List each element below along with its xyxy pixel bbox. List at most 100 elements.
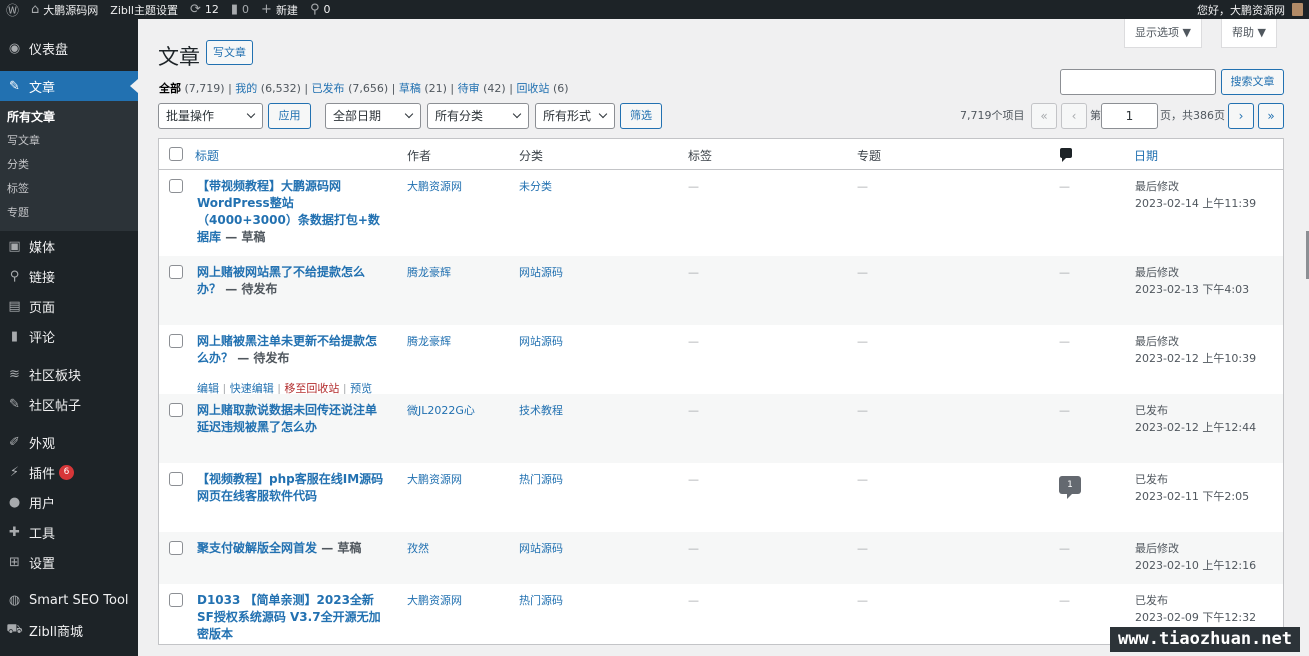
category-link[interactable]: 热门源码 bbox=[519, 471, 563, 488]
author-link[interactable]: 大鹏资源网 bbox=[407, 471, 462, 488]
post-title-link[interactable]: 网上赌取款说数据未回传还说注单延迟违规被黑了怎么办 bbox=[197, 403, 377, 434]
menu-pages[interactable]: ▤ 页面 bbox=[0, 291, 138, 321]
menu-settings[interactable]: ⊞ 设置 bbox=[0, 547, 138, 577]
topic-cell: — bbox=[857, 404, 868, 417]
category-filter-select[interactable]: 所有分类 bbox=[427, 103, 529, 129]
last-page-button[interactable]: » bbox=[1258, 103, 1284, 129]
screen-options-button[interactable]: 显示选项 ▼ bbox=[1124, 19, 1202, 48]
author-link[interactable]: 腾龙豪辉 bbox=[407, 264, 451, 281]
author-link[interactable]: 大鹏资源网 bbox=[407, 178, 462, 195]
dashboard-icon: ◉ bbox=[8, 40, 21, 56]
view-count: (21) bbox=[424, 82, 447, 95]
row-checkbox[interactable] bbox=[169, 472, 183, 486]
view-drafts[interactable]: 草稿 bbox=[399, 82, 421, 95]
wrench-icon: ✚ bbox=[9, 524, 20, 540]
category-link[interactable]: 网站源码 bbox=[519, 264, 563, 281]
search-posts-button[interactable]: 搜索文章 bbox=[1221, 69, 1284, 95]
comments-column-icon[interactable] bbox=[1060, 148, 1072, 162]
view-mine[interactable]: 我的 bbox=[235, 82, 257, 95]
add-new-post-button[interactable]: 写文章 bbox=[206, 40, 253, 65]
apply-button[interactable]: 应用 bbox=[268, 103, 311, 129]
view-trash[interactable]: 回收站 bbox=[516, 82, 549, 95]
theme-settings-link[interactable]: Zibll主题设置 bbox=[104, 0, 184, 19]
post-title-link[interactable]: 【视频教程】php客服在线IM源码网页在线客服软件代码 bbox=[197, 472, 383, 503]
menu-appearance[interactable]: ✐ 外观 bbox=[0, 427, 138, 457]
category-link[interactable]: 网站源码 bbox=[519, 540, 563, 557]
view-count: (6,532) bbox=[260, 82, 301, 95]
view-pending[interactable]: 待审 bbox=[458, 82, 480, 95]
page-label: 第 bbox=[1090, 109, 1101, 122]
author-link[interactable]: 孜然 bbox=[407, 540, 429, 557]
row-checkbox[interactable] bbox=[169, 334, 183, 348]
category-link[interactable]: 未分类 bbox=[519, 178, 552, 195]
menu-users[interactable]: ● 用户 bbox=[0, 487, 138, 517]
author-link[interactable]: 大鹏资源网 bbox=[407, 592, 462, 609]
column-date[interactable]: 日期 bbox=[1134, 147, 1158, 164]
submenu-add-post[interactable]: 写文章 bbox=[0, 129, 138, 153]
comment-count-bubble[interactable]: 1 bbox=[1059, 476, 1081, 499]
view-all[interactable]: 全部 bbox=[159, 82, 181, 95]
category-link[interactable]: 技术教程 bbox=[519, 402, 563, 419]
post-status-views: 全部 (7,719) | 我的 (6,532) | 已发布 (7,656) | … bbox=[159, 82, 569, 95]
table-row: 网上赌取款说数据未回传还说注单延迟违规被黑了怎么办 微JL2022G心 技术教程… bbox=[159, 394, 1283, 463]
menu-smart-seo[interactable]: ◍ Smart SEO Tool bbox=[0, 585, 138, 615]
author-link[interactable]: 腾龙豪辉 bbox=[407, 333, 451, 350]
wordpress-logo[interactable]: Ⓦ bbox=[0, 0, 25, 19]
menu-media[interactable]: ▣ 媒体 bbox=[0, 231, 138, 261]
post-title-link[interactable]: D1033 【简单亲测】2023全新SF授权系统源码 V3.7全开源无加密版本 bbox=[197, 593, 381, 641]
view-published[interactable]: 已发布 bbox=[312, 82, 345, 95]
date-value: 2023-02-09 下午12:32 bbox=[1135, 611, 1257, 624]
bulk-actions-select[interactable]: 批量操作 bbox=[158, 103, 263, 129]
menu-tools[interactable]: ✚ 工具 bbox=[0, 517, 138, 547]
date-status: 已发布 bbox=[1135, 594, 1168, 607]
post-title-cell: 网上赌被网站黑了不给提款怎么办？ — 待发布 bbox=[197, 264, 387, 298]
menu-forum-sections[interactable]: ≋ 社区板块 bbox=[0, 359, 138, 389]
help-button[interactable]: 帮助 ▼ bbox=[1221, 19, 1277, 48]
avatar bbox=[1292, 3, 1303, 16]
row-checkbox[interactable] bbox=[169, 541, 183, 555]
first-page-button[interactable]: « bbox=[1031, 103, 1057, 129]
menu-forum-posts[interactable]: ✎ 社区帖子 bbox=[0, 389, 138, 419]
table-row: 网上赌被网站黑了不给提款怎么办？ — 待发布 腾龙豪辉 网站源码 — — — 最… bbox=[159, 256, 1283, 325]
select-all-checkbox[interactable] bbox=[169, 147, 183, 161]
menu-links[interactable]: ⚲ 链接 bbox=[0, 261, 138, 291]
site-name: 大鹏源码网 bbox=[43, 3, 99, 17]
filter-button[interactable]: 筛选 bbox=[620, 103, 662, 129]
author-link[interactable]: 微JL2022G心 bbox=[407, 402, 475, 419]
link-icon: ⚲ bbox=[9, 268, 20, 284]
account-menu[interactable]: 您好，大鹏资源网 bbox=[1191, 0, 1309, 19]
submenu-topics[interactable]: 专题 bbox=[0, 201, 138, 225]
date-status: 最后修改 bbox=[1135, 266, 1179, 279]
menu-dashboard[interactable]: ◉ 仪表盘 bbox=[0, 33, 138, 63]
menu-posts[interactable]: ✎ 文章 bbox=[0, 71, 138, 101]
row-checkbox[interactable] bbox=[169, 403, 183, 417]
column-title[interactable]: 标题 bbox=[195, 147, 219, 164]
submenu-categories[interactable]: 分类 bbox=[0, 153, 138, 177]
menu-shop[interactable]: ⛟ Zibll商城 bbox=[0, 615, 138, 645]
menu-label: 文章 bbox=[29, 80, 56, 96]
date-filter-select[interactable]: 全部日期 bbox=[325, 103, 421, 129]
current-page-input[interactable]: 1 bbox=[1101, 103, 1158, 129]
menu-comments[interactable]: ▮ 评论 bbox=[0, 321, 138, 351]
row-checkbox[interactable] bbox=[169, 593, 183, 607]
category-link[interactable]: 网站源码 bbox=[519, 333, 563, 350]
submenu-all-posts[interactable]: 所有文章 bbox=[0, 105, 138, 129]
prev-page-button[interactable]: ‹ bbox=[1061, 103, 1087, 129]
date-status: 最后修改 bbox=[1135, 180, 1179, 193]
search-input[interactable] bbox=[1060, 69, 1216, 95]
row-checkbox[interactable] bbox=[169, 265, 183, 279]
post-title-link[interactable]: 聚支付破解版全网首发 bbox=[197, 541, 317, 555]
site-name-link[interactable]: ⌂ 大鹏源码网 bbox=[25, 0, 104, 19]
format-filter-select[interactable]: 所有形式 bbox=[535, 103, 615, 129]
submenu-tags[interactable]: 标签 bbox=[0, 177, 138, 201]
row-checkbox[interactable] bbox=[169, 179, 183, 193]
category-link[interactable]: 热门源码 bbox=[519, 592, 563, 609]
next-page-button[interactable]: › bbox=[1228, 103, 1254, 129]
menu-plugins[interactable]: ⚡ 插件 6 bbox=[0, 457, 138, 487]
greeting: 您好，大鹏资源网 bbox=[1197, 3, 1285, 17]
updates-link[interactable]: ⟳ 12 bbox=[184, 0, 225, 19]
links-link[interactable]: ⚲ 0 bbox=[304, 0, 337, 19]
main-content: 显示选项 ▼ 帮助 ▼ 文章 写文章 全部 (7,719) | 我的 (6,53… bbox=[138, 19, 1309, 656]
new-content-link[interactable]: + 新建 bbox=[255, 0, 304, 19]
comments-link[interactable]: ▮ 0 bbox=[225, 0, 255, 19]
